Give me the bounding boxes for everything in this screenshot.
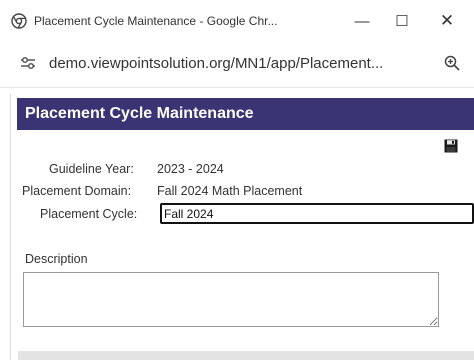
description-label: Description bbox=[25, 252, 88, 266]
chrome-icon bbox=[11, 13, 27, 29]
zoom-icon[interactable] bbox=[444, 55, 460, 71]
minimize-button[interactable]: — bbox=[347, 8, 377, 34]
placement-cycle-input[interactable] bbox=[160, 203, 474, 224]
page-title: Placement Cycle Maintenance bbox=[25, 105, 254, 122]
site-settings-icon[interactable] bbox=[20, 56, 36, 70]
window-title: Placement Cycle Maintenance - Google Chr… bbox=[34, 14, 278, 28]
url-text[interactable]: demo.viewpointsolution.org/MN1/app/Place… bbox=[49, 55, 383, 72]
placement-cycle-label: Placement Cycle: bbox=[40, 207, 138, 221]
guideline-year-label: Guideline Year: bbox=[49, 162, 134, 176]
maximize-button[interactable]: ☐ bbox=[387, 8, 417, 34]
guideline-year-value: 2023 - 2024 bbox=[157, 162, 224, 176]
placement-domain-label: Placement Domain: bbox=[22, 184, 132, 198]
horizontal-scrollbar[interactable] bbox=[18, 351, 474, 360]
placement-domain-value: Fall 2024 Math Placement bbox=[157, 184, 303, 198]
close-button[interactable]: ✕ bbox=[432, 8, 462, 34]
floppy-disk-icon[interactable] bbox=[444, 139, 458, 153]
description-textarea[interactable] bbox=[23, 272, 439, 327]
